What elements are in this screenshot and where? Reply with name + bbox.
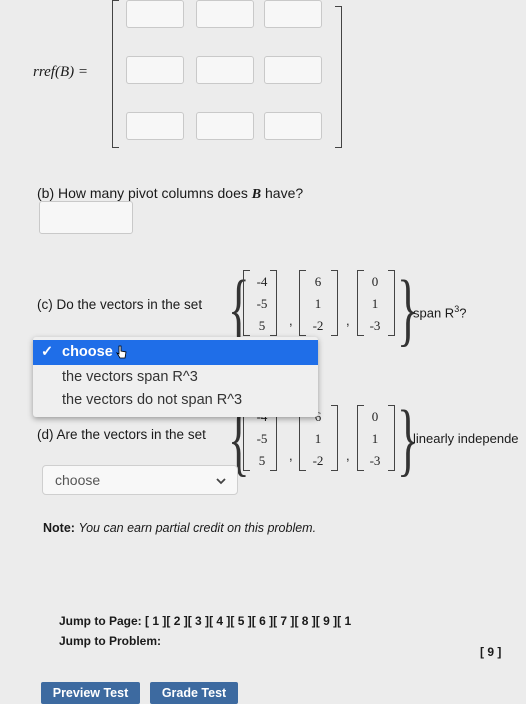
independence-select-value: choose <box>55 472 101 488</box>
rref-cell-2-3[interactable] <box>264 56 322 84</box>
span-option-choose[interactable]: ✓ choose <box>33 340 318 365</box>
rref-cell-3-1[interactable] <box>126 112 184 140</box>
vector-2-entry-1: 6 <box>314 274 322 289</box>
vector-2-right-bracket <box>331 270 338 336</box>
page-link-9[interactable]: [ 9 ] <box>316 614 337 628</box>
comma: , <box>289 448 293 463</box>
rref-right-bracket <box>335 6 342 148</box>
rref-cell-1-1[interactable] <box>126 0 184 28</box>
rref-cell-1-2[interactable] <box>196 0 254 28</box>
vector-2-entry-3: -2 <box>312 453 324 468</box>
rref-cell-1-3[interactable] <box>264 0 322 28</box>
vector-2-entry-3: -2 <box>312 318 324 333</box>
vector-3-entry-2: 1 <box>371 431 379 446</box>
comma: , <box>289 313 293 328</box>
vector-2-entry-2: 1 <box>314 296 322 311</box>
rref-cell-3-3[interactable] <box>264 112 322 140</box>
vector-3-right-bracket <box>388 405 395 471</box>
vector-3-left-bracket <box>357 405 364 471</box>
rref-cell-2-1[interactable] <box>126 56 184 84</box>
span-option-span[interactable]: the vectors span R^3 <box>33 366 318 388</box>
span-question-prefix: (c) Do the vectors in the set <box>37 297 203 312</box>
independence-question-prefix: (d) Are the vectors in the set <box>37 427 206 442</box>
page-link-1[interactable]: [ 1 ] <box>145 614 166 628</box>
jump-to-page: Jump to Page: [ 1 ][ 2 ][ 3 ][ 4 ][ 5 ][… <box>59 614 352 628</box>
pivot-count-input[interactable] <box>39 201 133 234</box>
preview-test-button[interactable]: Preview Test <box>41 682 140 704</box>
chevron-down-icon <box>215 474 227 490</box>
vector-3-entry-3: -3 <box>369 318 381 333</box>
page-link-3[interactable]: [ 3 ] <box>188 614 209 628</box>
vector-1-entry-2: -5 <box>256 431 268 446</box>
page-link-7[interactable]: [ 7 ] <box>273 614 294 628</box>
span-option-do-not-span[interactable]: the vectors do not span R^3 <box>33 389 318 411</box>
mouse-cursor-icon <box>115 345 128 364</box>
comma: , <box>346 448 350 463</box>
vector-1-entry-3: 5 <box>258 453 266 468</box>
span-dropdown-menu: ✓ choose the vectors span R^3 the vector… <box>33 337 318 417</box>
independence-question-suffix: linearly independe <box>413 431 519 446</box>
vector-3-entry-1: 0 <box>371 274 379 289</box>
vector-1-entry-2: -5 <box>256 296 268 311</box>
grade-test-button[interactable]: Grade Test <box>150 682 238 704</box>
vector-3-entry-1: 0 <box>371 409 379 424</box>
jump-to-problem-label: Jump to Problem: <box>59 634 162 648</box>
vector-2-right-bracket <box>331 405 338 471</box>
page-link-6[interactable]: [ 6 ] <box>252 614 273 628</box>
vector-3-left-bracket <box>357 270 364 336</box>
comma: , <box>346 313 350 328</box>
rref-label: rref(B) = <box>33 64 88 80</box>
rref-left-bracket <box>112 0 119 148</box>
vector-3-entry-3: -3 <box>369 453 381 468</box>
vector-1-left-bracket <box>243 270 250 336</box>
vector-2-entry-2: 1 <box>314 431 322 446</box>
vector-1-entry-1: -4 <box>256 274 268 289</box>
vector-2-left-bracket <box>299 270 306 336</box>
page-link-10[interactable]: [ 1 <box>337 614 351 628</box>
vector-3-right-bracket <box>388 270 395 336</box>
problem-link-9[interactable]: [ 9 ] <box>480 645 501 659</box>
partial-credit-note: Note: You can earn partial credit on thi… <box>43 521 317 535</box>
vector-3-entry-2: 1 <box>371 296 379 311</box>
page-link-5[interactable]: [ 5 ] <box>230 614 251 628</box>
span-question-suffix: span R3? <box>413 304 467 321</box>
vector-1-entry-3: 5 <box>258 318 266 333</box>
checkmark-icon: ✓ <box>41 344 54 360</box>
independence-select[interactable]: choose <box>42 465 238 495</box>
rref-cell-3-2[interactable] <box>196 112 254 140</box>
rref-cell-2-2[interactable] <box>196 56 254 84</box>
page-link-8[interactable]: [ 8 ] <box>294 614 315 628</box>
page-link-4[interactable]: [ 4 ] <box>209 614 230 628</box>
page-link-2[interactable]: [ 2 ] <box>166 614 187 628</box>
